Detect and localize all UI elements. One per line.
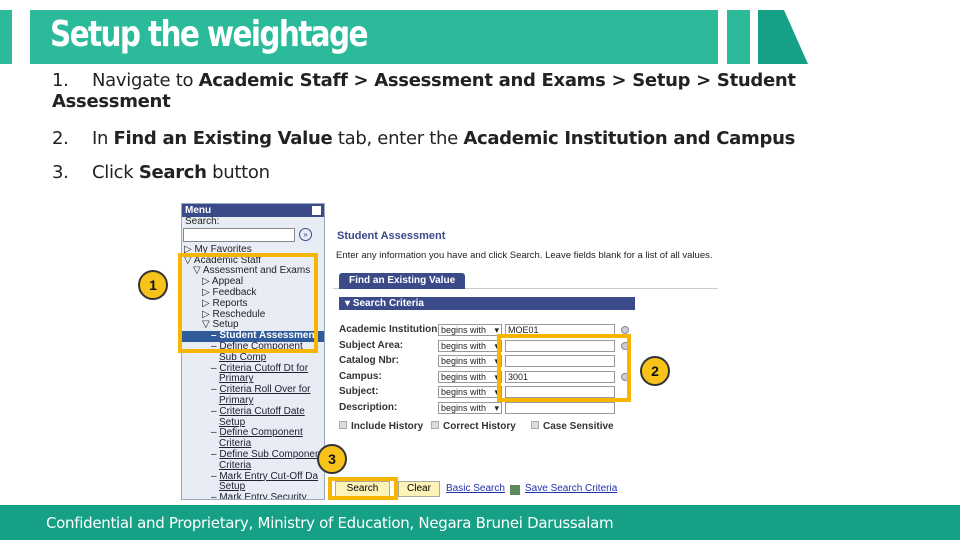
step-number: 1. xyxy=(52,70,69,91)
operator-value: begins with xyxy=(441,340,487,351)
menu-item-label[interactable]: Sub Comp xyxy=(219,352,266,363)
save-search-criteria-link[interactable]: Save Search Criteria xyxy=(525,483,617,494)
field-label: Description: xyxy=(339,401,398,413)
operator-select[interactable]: begins with ▾ xyxy=(438,401,502,414)
page-title: Setup the weightage xyxy=(50,14,368,55)
menu-item[interactable]: – Define Sub Componen xyxy=(182,449,324,461)
dropdown-arrow-icon: ▾ xyxy=(494,402,499,413)
step-3: 3. Click Search button xyxy=(52,162,270,183)
field-label: Campus: xyxy=(339,370,382,382)
checkbox-label: Case Sensitive xyxy=(543,421,614,432)
search-criteria-header[interactable]: ▾ Search Criteria xyxy=(339,297,635,310)
menu-item-label[interactable]: Criteria Roll Over for xyxy=(219,384,310,395)
menu-item[interactable]: – Mark Entry Security xyxy=(182,492,324,499)
tab-find-existing-value[interactable]: Find an Existing Value xyxy=(339,273,466,289)
operator-select[interactable]: begins with ▾ xyxy=(438,386,502,398)
operator-select[interactable]: begins with ▾ xyxy=(438,370,502,383)
operator-select[interactable]: begins with ▾ xyxy=(438,324,502,336)
step-2: 2. In Find an Existing Value tab, enter t… xyxy=(52,128,795,149)
checkbox[interactable] xyxy=(339,421,347,429)
menu-item[interactable]: – Define Component xyxy=(182,427,324,439)
footer: Confidential and Proprietary, Ministry o… xyxy=(0,505,960,540)
menu-item-label[interactable]: Mark Entry Security xyxy=(219,492,306,499)
step-badge-1: 1 xyxy=(138,270,168,300)
step-text: tab, enter the xyxy=(332,128,464,149)
checkbox-option[interactable]: Case Sensitive xyxy=(531,421,614,432)
field-label: Academic Institution: xyxy=(339,324,441,335)
checkbox[interactable] xyxy=(531,421,539,429)
header-bar-left xyxy=(0,10,12,64)
menu-item[interactable]: – Criteria Cutoff Date xyxy=(182,406,324,418)
step-1: 1. Navigate to Academic Staff > Assessmen… xyxy=(52,70,812,112)
operator-select[interactable]: begins with ▾ xyxy=(438,339,502,352)
menu-item-label[interactable]: Define Component xyxy=(219,427,302,438)
save-icon[interactable] xyxy=(510,485,520,495)
menu-item-label[interactable]: Define Sub Componen xyxy=(219,449,320,460)
field-label: Subject: xyxy=(339,386,379,397)
step-text: In xyxy=(92,128,114,149)
menu-item-label[interactable]: Criteria Cutoff Dt for xyxy=(219,363,308,374)
operator-value: begins with xyxy=(441,371,487,382)
section-title: Search Criteria xyxy=(352,298,424,309)
step-text: button xyxy=(206,162,270,183)
menu-title: Menu xyxy=(185,205,212,216)
menu-item-label[interactable]: Primary xyxy=(219,373,253,384)
header-bar-small xyxy=(727,10,750,64)
step-bold: Find an Existing Value xyxy=(113,128,333,149)
operator-select[interactable]: begins with ▾ xyxy=(438,355,502,367)
menu-item-label[interactable]: Criteria xyxy=(219,438,251,449)
step-bold: Academic Institution and Campus xyxy=(463,128,795,149)
basic-search-link[interactable]: Basic Search xyxy=(446,483,505,494)
menu-item-label[interactable]: Setup xyxy=(219,417,245,428)
step-text: Navigate to xyxy=(92,70,199,91)
highlight-search xyxy=(328,477,398,500)
menu-search-input[interactable] xyxy=(183,227,295,242)
operator-value: begins with xyxy=(441,387,487,397)
step-bold: Search xyxy=(138,162,207,183)
checkbox-option[interactable]: Include History xyxy=(339,421,423,432)
search-page-title: Student Assessment xyxy=(337,230,446,242)
highlight-menu xyxy=(178,253,318,353)
checkbox-label: Include History xyxy=(351,421,424,432)
clear-button[interactable]: Clear xyxy=(398,481,440,497)
field-label: Catalog Nbr: xyxy=(339,355,399,366)
checkbox[interactable] xyxy=(431,421,439,429)
operator-value: begins with xyxy=(441,325,487,335)
header-trapezoid xyxy=(758,10,808,64)
menu-item[interactable]: – Mark Entry Cut-Off Da xyxy=(182,471,324,483)
search-go-icon[interactable]: » xyxy=(299,228,312,242)
operator-value: begins with xyxy=(441,356,487,366)
step-number: 2. xyxy=(52,128,69,149)
checkbox-label: Correct History xyxy=(443,421,516,432)
collapse-icon[interactable] xyxy=(312,206,321,215)
step-number: 3. xyxy=(52,162,69,183)
field-label: Subject Area: xyxy=(339,339,404,351)
menu-item-label[interactable]: Setup xyxy=(219,481,245,492)
menu-item-label[interactable]: Criteria Cutoff Date xyxy=(219,406,304,417)
instructions: Enter any information you have and click… xyxy=(336,250,713,261)
operator-value: begins with xyxy=(441,402,487,413)
checkbox-option[interactable]: Correct History xyxy=(431,421,516,432)
menu-search-label: Search: xyxy=(185,216,220,227)
menu-item-label[interactable]: Primary xyxy=(219,395,253,406)
menu-item-label[interactable]: Criteria xyxy=(219,460,251,471)
lookup-icon[interactable] xyxy=(621,326,629,334)
menu-item-label[interactable]: Mark Entry Cut-Off Da xyxy=(219,471,318,482)
step-badge-3: 3 xyxy=(317,444,347,474)
field-input[interactable] xyxy=(505,401,615,414)
step-text: Click xyxy=(92,162,139,183)
highlight-fields xyxy=(497,334,631,402)
step-badge-2: 2 xyxy=(640,356,670,386)
